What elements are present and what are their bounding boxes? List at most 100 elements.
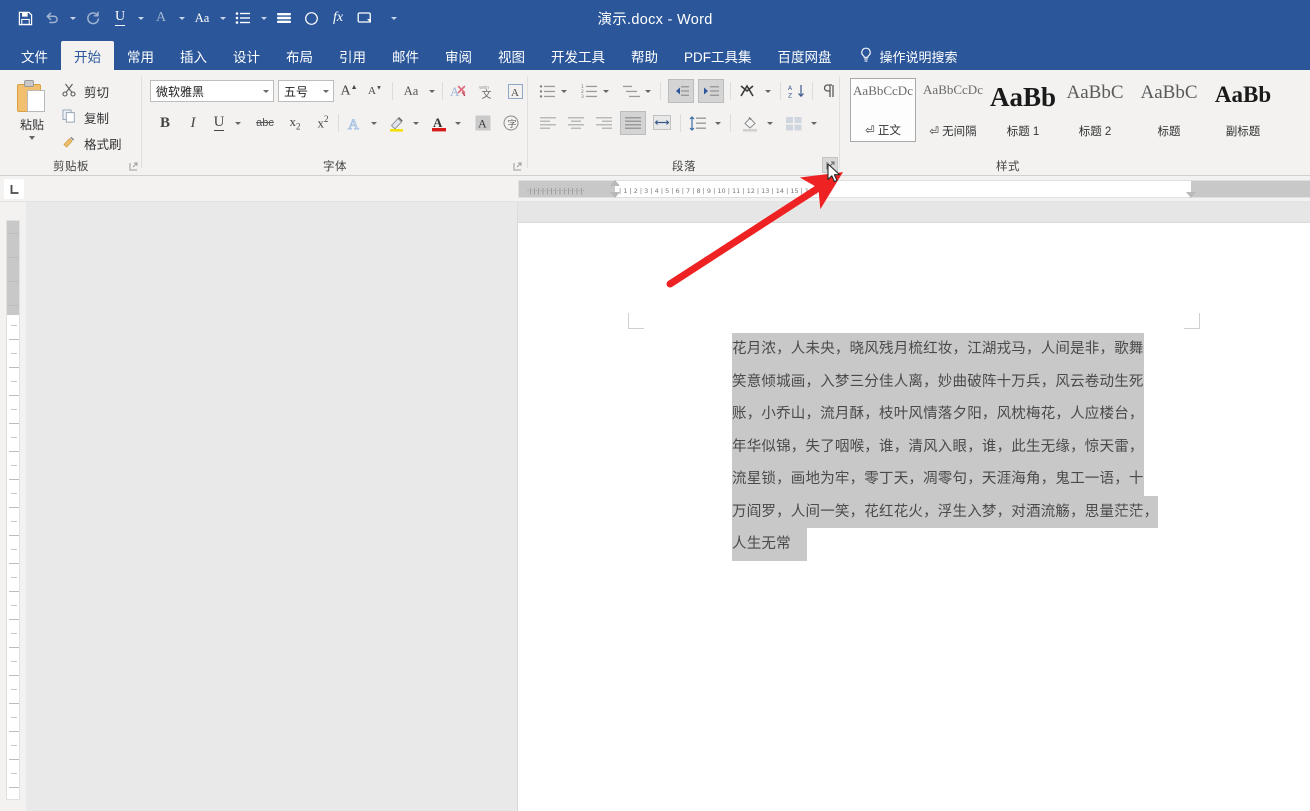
enclose-characters-icon[interactable]: 字 (500, 112, 522, 134)
vertical-ruler[interactable] (0, 202, 26, 811)
style-item-normal[interactable]: AaBbCcDc ⏎ 正文 (850, 78, 916, 142)
increase-indent-icon[interactable] (698, 79, 724, 103)
undo-icon[interactable] (39, 5, 65, 31)
character-border-icon[interactable]: A (504, 80, 526, 102)
bullets-dropdown-icon[interactable] (558, 80, 569, 102)
font-size-input[interactable]: 五号 (278, 80, 334, 102)
comment-icon[interactable] (352, 5, 378, 31)
undo-dropdown-icon[interactable] (66, 5, 79, 31)
qat-more-icon[interactable] (387, 5, 400, 31)
right-indent-marker[interactable] (1186, 192, 1196, 198)
font-color-dropdown-icon[interactable] (452, 112, 463, 134)
sort-icon[interactable]: AZ (786, 80, 808, 102)
tab-layout[interactable]: 布局 (273, 42, 326, 70)
italic-button[interactable]: I (182, 112, 204, 134)
ruler-strip[interactable]: ·|·|·|·|·|·|·|·|·|·|·|·|·|· | 1 | 2 | 3 … (518, 180, 1310, 198)
tab-insert[interactable]: 插入 (167, 42, 220, 70)
vertical-ruler-strip[interactable] (6, 220, 20, 800)
paste-dropdown-icon[interactable] (29, 136, 35, 140)
circle-icon[interactable] (298, 5, 324, 31)
line-spacing-icon[interactable] (686, 112, 710, 134)
shading-dropdown-icon[interactable] (764, 112, 775, 134)
underline-icon[interactable]: U (107, 5, 133, 31)
numbering-dropdown-icon[interactable] (600, 80, 611, 102)
document-text-body[interactable]: 花月浓，人未央，晓风残月梳红妆，江湖戎马，人间是非，歌舞 笑意倾城画，入梦三分佳… (732, 333, 1202, 561)
highlight-dropdown-icon[interactable] (410, 112, 421, 134)
text-effects-icon[interactable]: A (344, 112, 366, 134)
format-painter-button[interactable]: 格式刷 (60, 132, 122, 154)
tab-developer[interactable]: 开发工具 (538, 42, 618, 70)
tab-design[interactable]: 设计 (220, 42, 273, 70)
align-justify-icon[interactable] (620, 111, 646, 135)
show-marks-icon[interactable] (818, 80, 840, 102)
phonetic-guide-icon[interactable]: wén 文 (476, 80, 498, 102)
align-right-icon[interactable] (592, 112, 616, 134)
font-color-icon[interactable]: A (428, 112, 450, 134)
font-name-dropdown-icon[interactable] (259, 90, 273, 93)
grow-font-icon[interactable]: A▲ (338, 80, 360, 102)
shading-icon[interactable] (738, 112, 762, 134)
font-size-dropdown-icon[interactable] (319, 90, 333, 93)
distribute-icon[interactable] (650, 111, 674, 133)
text-effects-dropdown-icon[interactable] (368, 112, 379, 134)
bullets-icon[interactable] (536, 80, 558, 102)
tab-file[interactable]: 文件 (8, 42, 61, 70)
change-case-icon[interactable]: Aa (398, 80, 424, 102)
multilevel-list-dropdown-icon[interactable] (642, 80, 653, 102)
redo-icon[interactable] (80, 5, 106, 31)
copy-button[interactable]: 复制 (60, 106, 109, 128)
underline-button[interactable]: U (208, 112, 230, 134)
save-icon[interactable] (12, 5, 38, 31)
clipboard-dialog-launcher[interactable] (126, 159, 140, 173)
style-item-heading-2[interactable]: AaBbC 标题 2 (1062, 78, 1128, 142)
cut-button[interactable]: 剪切 (60, 80, 109, 102)
document-page[interactable]: 花月浓，人未央，晓风残月梳红妆，江湖戎马，人间是非，歌舞 笑意倾城画，入梦三分佳… (518, 223, 1310, 811)
tab-baidu-netdisk[interactable]: 百度网盘 (765, 42, 845, 70)
change-case-dropdown-icon[interactable] (216, 5, 229, 31)
paragraph-spacing-icon[interactable] (271, 5, 297, 31)
character-shading-icon[interactable]: A (472, 112, 494, 134)
bold-button[interactable]: B (154, 112, 176, 134)
change-case-icon[interactable]: Aa (189, 5, 215, 31)
change-case-dropdown-icon[interactable] (426, 80, 437, 102)
shrink-font-icon[interactable]: A▼ (364, 80, 386, 102)
first-line-indent-marker[interactable] (610, 180, 620, 186)
clear-formatting-icon[interactable]: A (448, 80, 470, 102)
asian-layout-dropdown-icon[interactable] (762, 80, 773, 102)
bullet-list-icon[interactable] (230, 5, 256, 31)
tab-view[interactable]: 视图 (485, 42, 538, 70)
tab-pdf-tools[interactable]: PDF工具集 (671, 42, 765, 70)
borders-dropdown-icon[interactable] (808, 112, 819, 134)
style-item-no-spacing[interactable]: AaBbCcDc ⏎ 无间隔 (920, 78, 986, 142)
align-left-icon[interactable] (536, 112, 560, 134)
multilevel-list-icon[interactable] (620, 80, 642, 102)
numbering-icon[interactable]: 123 (578, 80, 600, 102)
asian-layout-icon[interactable] (736, 80, 760, 102)
tab-mailings[interactable]: 邮件 (379, 42, 432, 70)
tab-review[interactable]: 审阅 (432, 42, 485, 70)
subscript-button[interactable]: x2 (284, 112, 306, 134)
underline-dropdown-icon[interactable] (232, 112, 243, 134)
underline-dropdown-icon[interactable] (134, 5, 147, 31)
highlight-icon[interactable] (386, 112, 408, 134)
bullet-list-dropdown-icon[interactable] (257, 5, 270, 31)
paste-button[interactable]: 粘贴 (6, 76, 58, 152)
strikethrough-button[interactable]: abc (252, 112, 278, 134)
tell-me-search[interactable]: 操作说明搜索 (859, 42, 958, 70)
horizontal-ruler[interactable]: ·|·|·|·|·|·|·|·|·|·|·|·|·|· | 1 | 2 | 3 … (0, 176, 1310, 202)
line-spacing-dropdown-icon[interactable] (712, 112, 723, 134)
tab-help[interactable]: 帮助 (618, 42, 671, 70)
tab-references[interactable]: 引用 (326, 42, 379, 70)
font-name-input[interactable]: 微软雅黑 (150, 80, 274, 102)
borders-icon[interactable] (782, 112, 806, 134)
style-item-subtitle[interactable]: AaBb 副标题 (1210, 78, 1276, 142)
tab-home[interactable]: 开始 (61, 41, 114, 70)
decrease-indent-icon[interactable] (668, 79, 694, 103)
formula-icon[interactable]: fx (325, 5, 351, 31)
hanging-indent-marker[interactable] (610, 192, 620, 198)
font-color-icon[interactable]: A (148, 5, 174, 31)
superscript-button[interactable]: x2 (312, 112, 334, 134)
align-center-icon[interactable] (564, 112, 588, 134)
style-item-title[interactable]: AaBbC 标题 (1136, 78, 1202, 142)
tab-common[interactable]: 常用 (114, 42, 167, 70)
